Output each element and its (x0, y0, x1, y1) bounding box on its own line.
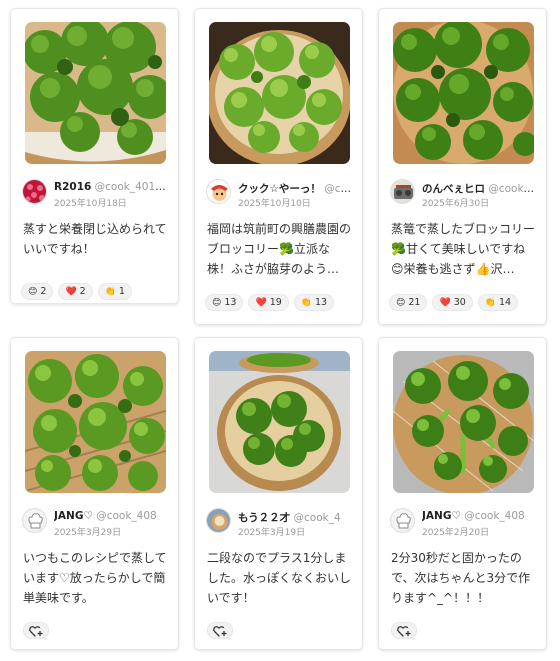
reaction-heart[interactable]: ❤️ 30 (432, 294, 473, 311)
author-name[interactable]: JANG♡ @cook_408 (54, 510, 170, 522)
reaction-smile[interactable]: 😊 21 (389, 294, 428, 311)
snap-card[interactable]: もう２２才 @cook_4 2025年3月19日 二段なのでプラス1分しました。… (194, 337, 363, 650)
post-date: 2025年6月30日 (422, 199, 490, 209)
clap-emoji-icon: 👏 (104, 286, 116, 297)
reaction-clap[interactable]: 👏 1 (97, 283, 132, 300)
broccoli-photo[interactable] (209, 22, 350, 164)
clap-emoji-icon: 👏 (300, 297, 313, 308)
heart-emoji-icon: ❤️ (255, 297, 267, 308)
comment-text: いつもこのレシピで蒸しています♡放ったらかしで簡単美味です。 (23, 551, 167, 605)
author-handle: @cook_40150000 (94, 181, 170, 193)
broccoli-photo[interactable] (209, 351, 350, 493)
author-name[interactable]: R2016 @cook_40150000 (54, 181, 170, 193)
author-handle: @cook_40 (324, 183, 354, 195)
author-handle: @cook_40 (488, 183, 538, 195)
smile-emoji-icon: 😊 (396, 297, 406, 308)
add-reaction-button[interactable] (391, 622, 417, 639)
add-reaction-button[interactable] (207, 622, 233, 639)
add-reaction-icon (397, 625, 411, 637)
snap-card[interactable]: JANG♡ @cook_408 2025年2月20日 2分30秒だと固かったので… (378, 337, 547, 650)
reactions: 😊 21 ❤️ 30 👏 14 (389, 294, 519, 311)
comment-text: 蒸すと栄養閉じ込められていいですね！ (23, 222, 167, 256)
post-date: 2025年10月18日 (54, 199, 127, 209)
post-date: 2025年3月19日 (238, 528, 306, 538)
add-reaction-button[interactable] (23, 622, 49, 639)
avatar[interactable] (206, 179, 231, 204)
snap-card[interactable]: JANG♡ @cook_408 2025年3月29日 いつもこのレシピで蒸してい… (10, 337, 179, 650)
broccoli-photo[interactable] (393, 22, 534, 164)
reaction-clap[interactable]: 👏 13 (293, 294, 335, 311)
heart-emoji-icon: ❤️ (439, 297, 451, 308)
comment-text: 二段なのでプラス1分しました。水っぽくなくおいしいです！ (207, 551, 352, 605)
author-handle: @cook_4 (293, 512, 341, 524)
reaction-heart[interactable]: ❤️ 19 (248, 294, 289, 311)
reaction-smile[interactable]: 😊 13 (205, 294, 244, 311)
comment-text: 蒸篭で蒸したブロッコリー🥦甘くて美味しいですね😊栄養も逃さず👍沢… (391, 222, 536, 276)
smile-emoji-icon: 😊 (212, 297, 222, 308)
add-reaction-icon (213, 625, 227, 637)
post-date: 2025年2月20日 (422, 528, 490, 538)
reactions: 😊 13 ❤️ 19 👏 13 (205, 294, 335, 311)
clap-emoji-icon: 👏 (484, 297, 497, 308)
add-reaction-icon (29, 625, 43, 637)
chef-hat-icon[interactable] (390, 508, 415, 533)
author-name[interactable]: クック☆やーっ！ @cook_40 (238, 181, 354, 196)
avatar[interactable] (22, 179, 47, 204)
author-handle: @cook_408 (96, 510, 157, 522)
post-date: 2025年3月29日 (54, 528, 122, 538)
snap-card[interactable]: R2016 @cook_40150000 2025年10月18日 蒸すと栄養閉じ… (10, 8, 179, 304)
comment-text: 福岡は筑前町の興膳農園のブロッコリー🥦立派な株！ふさが脇芽のよう… (207, 222, 352, 276)
reaction-smile[interactable]: 😊 2 (21, 283, 54, 300)
smile-emoji-icon: 😊 (28, 286, 38, 297)
author-name[interactable]: JANG♡ @cook_408 (422, 510, 538, 522)
avatar[interactable] (206, 508, 231, 533)
reaction-clap[interactable]: 👏 14 (477, 294, 519, 311)
reactions: 😊 2 ❤️ 2 👏 1 (21, 283, 132, 300)
chef-hat-icon[interactable] (22, 508, 47, 533)
comment-text: 2分30秒だと固かったので、次はちゃんと3分で作ります^_^！！！ (391, 551, 531, 605)
author-handle: @cook_408 (464, 510, 525, 522)
snap-card[interactable]: のんべぇヒロ @cook_40 2025年6月30日 蒸篭で蒸したブロッコリー🥦… (378, 8, 547, 325)
snap-card[interactable]: クック☆やーっ！ @cook_40 2025年10月10日 福岡は筑前町の興膳農… (194, 8, 363, 325)
author-name[interactable]: もう２２才 @cook_4 (238, 510, 354, 525)
avatar[interactable] (390, 179, 415, 204)
broccoli-photo[interactable] (393, 351, 534, 493)
broccoli-photo[interactable] (25, 351, 166, 493)
broccoli-photo[interactable] (25, 22, 166, 164)
reaction-heart[interactable]: ❤️ 2 (58, 283, 93, 300)
post-date: 2025年10月10日 (238, 199, 311, 209)
heart-emoji-icon: ❤️ (65, 286, 77, 297)
author-name[interactable]: のんべぇヒロ @cook_40 (422, 181, 538, 196)
